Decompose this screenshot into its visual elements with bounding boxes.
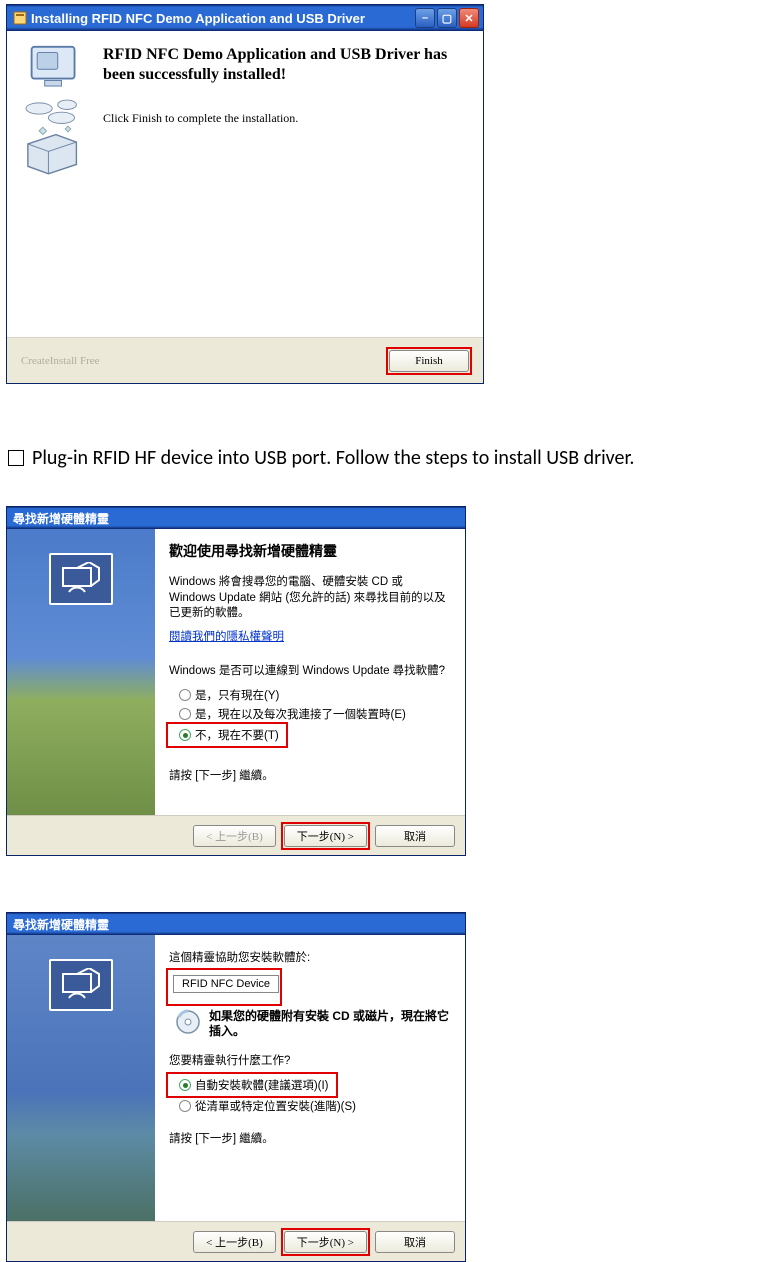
app-icon — [13, 11, 27, 25]
hardware-icon — [49, 553, 113, 605]
radio-no[interactable]: 不，現在不要(T) — [179, 727, 279, 743]
radio-manual-install[interactable]: 從清單或特定位置安裝(進階)(S) — [179, 1098, 449, 1114]
wizard-intro-text: 這個精靈協助您安裝軟體於: — [169, 951, 449, 967]
radio-auto-install[interactable]: 自動安裝軟體(建議選項)(I) — [179, 1077, 329, 1093]
wizard-sidebar — [7, 529, 155, 815]
install-illustration-icon — [19, 45, 89, 185]
titlebar[interactable]: Installing RFID NFC Demo Application and… — [7, 5, 483, 31]
device-name-label: RFID NFC Device — [173, 975, 279, 993]
instruction-text: Plug-in RFID HF device into USB port. Fo… — [32, 446, 634, 470]
wizard-question: Windows 是否可以連線到 Windows Update 尋找軟體? — [169, 664, 449, 680]
continue-hint: 請按 [下一步] 繼續。 — [169, 769, 449, 785]
checkbox-icon — [8, 450, 24, 466]
success-subtext: Click Finish to complete the installatio… — [103, 111, 465, 126]
radio-icon — [179, 729, 191, 741]
radio-yes-always[interactable]: 是，現在以及每次我連接了一個裝置時(E) — [179, 706, 449, 722]
next-button[interactable]: 下一步(N) > — [284, 1231, 367, 1253]
dialog-footer: < 上一步(B) 下一步(N) > 取消 — [7, 815, 465, 855]
highlight-device-name: RFID NFC Device — [169, 971, 279, 1003]
highlight-finish: Finish — [389, 350, 469, 372]
radio-icon — [179, 1100, 191, 1112]
wizard-heading: 歡迎使用尋找新增硬體精靈 — [169, 541, 449, 561]
radio-icon — [179, 1079, 191, 1091]
next-button[interactable]: 下一步(N) > — [284, 825, 367, 847]
close-button[interactable]: ✕ — [459, 8, 479, 28]
installer-finished-dialog: Installing RFID NFC Demo Application and… — [6, 4, 484, 384]
maximize-button[interactable]: ▢ — [437, 8, 457, 28]
continue-hint: 請按 [下一步] 繼續。 — [169, 1132, 449, 1148]
back-button[interactable]: < 上一步(B) — [193, 1231, 276, 1253]
dialog-footer: < 上一步(B) 下一步(N) > 取消 — [7, 1221, 465, 1261]
radio-icon — [179, 689, 191, 701]
radio-label: 自動安裝軟體(建議選項)(I) — [195, 1077, 329, 1093]
wizard-main: 歡迎使用尋找新增硬體精靈 Windows 將會搜尋您的電腦、硬體安裝 CD 或 … — [155, 529, 465, 815]
radio-label: 不，現在不要(T) — [195, 727, 279, 743]
highlight-next: 下一步(N) > — [284, 825, 367, 847]
illustration-panel — [19, 45, 91, 337]
wizard-sidebar — [7, 935, 155, 1221]
radio-label: 從清單或特定位置安裝(進階)(S) — [195, 1098, 356, 1114]
hardware-icon — [49, 959, 113, 1011]
dialog-body: 歡迎使用尋找新增硬體精靈 Windows 將會搜尋您的電腦、硬體安裝 CD 或 … — [7, 529, 465, 815]
hardware-wizard-install-dialog: 尋找新增硬體精靈 這個精靈協助您安裝軟體於: RFID NFC Device — [6, 912, 466, 1262]
dialog-footer: CreateInstall Free Finish — [7, 337, 483, 383]
dialog-body: 這個精靈協助您安裝軟體於: RFID NFC Device 如果您的硬體附有安裝… — [7, 935, 465, 1221]
wizard-intro-text: Windows 將會搜尋您的電腦、硬體安裝 CD 或 Windows Updat… — [169, 575, 449, 622]
highlight-option-auto: 自動安裝軟體(建議選項)(I) — [169, 1075, 335, 1095]
wizard-question: 您要精靈執行什麼工作? — [169, 1054, 449, 1070]
success-heading: RFID NFC Demo Application and USB Driver… — [103, 45, 465, 85]
window-title: 尋找新增硬體精靈 — [13, 510, 461, 527]
minimize-button[interactable]: – — [415, 8, 435, 28]
cancel-button[interactable]: 取消 — [375, 825, 455, 847]
highlight-option-no: 不，現在不要(T) — [169, 725, 285, 745]
radio-icon — [179, 708, 191, 720]
cd-note-row: 如果您的硬體附有安裝 CD 或磁片，現在將它插入。 — [175, 1009, 449, 1040]
hardware-wizard-welcome-dialog: 尋找新增硬體精靈 歡迎使用尋找新增硬體精靈 Windows 將會搜尋您的電腦、硬… — [6, 506, 466, 856]
privacy-link[interactable]: 閱讀我們的隱私權聲明 — [169, 628, 284, 644]
radio-yes-now[interactable]: 是，只有現在(Y) — [179, 687, 449, 703]
cancel-button[interactable]: 取消 — [375, 1231, 455, 1253]
cd-icon — [175, 1009, 201, 1035]
wizard-main: 這個精靈協助您安裝軟體於: RFID NFC Device 如果您的硬體附有安裝… — [155, 935, 465, 1221]
titlebar[interactable]: 尋找新增硬體精靈 — [7, 913, 465, 935]
instruction-row: Plug-in RFID HF device into USB port. Fo… — [8, 446, 766, 470]
highlight-next: 下一步(N) > — [284, 1231, 367, 1253]
dialog-body: RFID NFC Demo Application and USB Driver… — [7, 31, 483, 337]
radio-label: 是，現在以及每次我連接了一個裝置時(E) — [195, 706, 406, 722]
window-title: 尋找新增硬體精靈 — [13, 916, 461, 933]
window-title: Installing RFID NFC Demo Application and… — [31, 11, 411, 26]
radio-label: 是，只有現在(Y) — [195, 687, 279, 703]
back-button: < 上一步(B) — [193, 825, 276, 847]
cd-note-text: 如果您的硬體附有安裝 CD 或磁片，現在將它插入。 — [209, 1009, 449, 1040]
titlebar[interactable]: 尋找新增硬體精靈 — [7, 507, 465, 529]
finish-button[interactable]: Finish — [389, 350, 469, 372]
createinstall-label: CreateInstall Free — [21, 355, 100, 367]
